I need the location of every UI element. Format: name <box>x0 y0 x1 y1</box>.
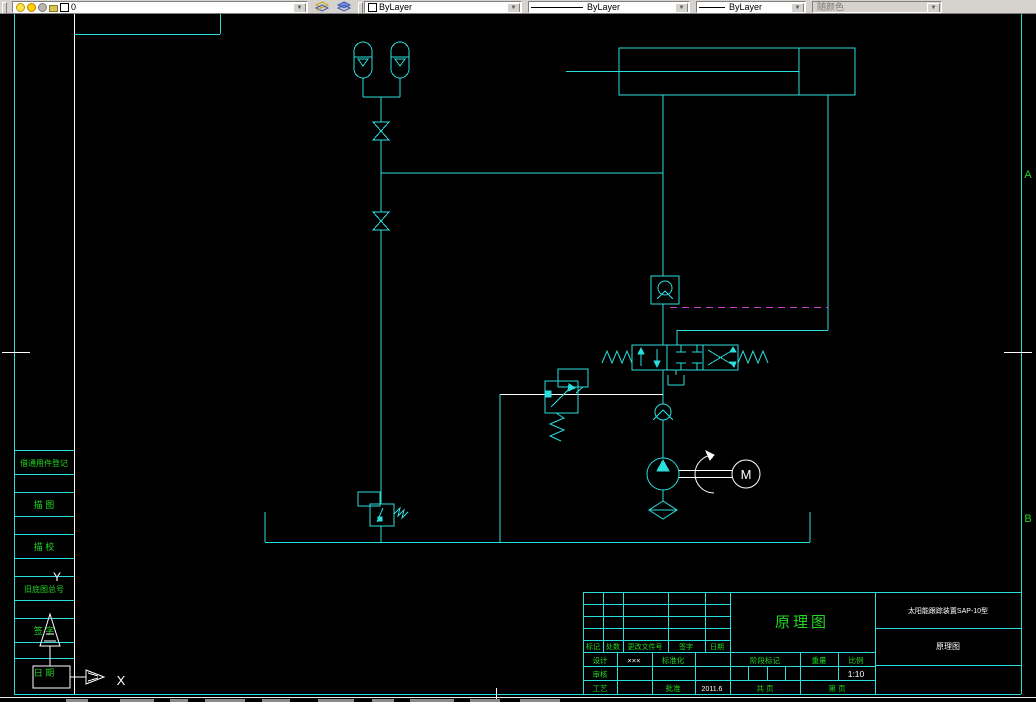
color-value: ByLayer <box>379 2 413 12</box>
layer-color-swatch <box>60 2 69 12</box>
left-table-row-label: 描 校 <box>34 541 55 552</box>
layer-previous-button[interactable] <box>334 0 354 13</box>
tb-design: 设计 <box>593 655 608 665</box>
left-table-row-label: 描 图 <box>34 499 55 510</box>
toolbar: 0 ▼ ByLayer ▼ ByLayer ▼ ByLayer ▼ 随颜色 ▼ <box>0 0 1036 14</box>
tb-rev-mark: 标记 <box>586 642 600 651</box>
relief-valve-main <box>499 368 663 542</box>
tb-scale-label: 比例 <box>849 655 864 665</box>
tb-std: 标准化 <box>662 655 685 665</box>
left-table-row-label: 签 字 <box>34 625 55 636</box>
relief-valve-tank <box>357 491 409 527</box>
lineweight-combo[interactable]: ByLayer ▼ <box>696 1 806 13</box>
layers-arrow-icon <box>314 0 330 12</box>
accumulator-right <box>390 41 410 79</box>
shutoff-valve-2 <box>371 211 391 231</box>
tb-craft: 工艺 <box>593 684 608 693</box>
tb-approve: 批准 <box>666 683 681 693</box>
directional-valve <box>601 344 769 404</box>
tb-design-name: ××× <box>627 656 640 665</box>
plotstyle-value: 随颜色 <box>817 2 845 12</box>
layer-vp-freeze-icon[interactable] <box>38 2 47 12</box>
tb-rev-count: 处数 <box>606 642 620 651</box>
zone-marker-b: B <box>1024 513 1031 525</box>
hydraulic-pump <box>646 457 680 501</box>
layer-lock-icon[interactable] <box>49 4 58 12</box>
linetype-value: ByLayer <box>587 2 621 12</box>
pilot-check-valve <box>650 275 680 345</box>
hydraulic-cylinder <box>566 47 856 345</box>
ucs-x-label: X <box>117 673 126 688</box>
left-table-row-label: 借通用件登记 <box>20 458 68 468</box>
accumulator-piping <box>362 78 663 542</box>
layer-on-icon[interactable] <box>16 2 25 12</box>
layer-name: 0 <box>71 2 77 12</box>
accumulator-left <box>353 41 373 79</box>
ucs-y-label: Y <box>53 570 61 584</box>
current-color-swatch <box>368 2 377 12</box>
color-combo[interactable]: ByLayer ▼ <box>364 1 522 13</box>
left-table-row-label: 旧底图总号 <box>24 584 64 594</box>
command-line-sliver <box>0 697 1036 702</box>
shutoff-valve-1 <box>371 121 391 141</box>
layer-combo[interactable]: 0 ▼ <box>12 1 308 13</box>
lineweight-sample <box>699 6 725 8</box>
layers-stack-icon <box>336 0 352 12</box>
linetype-combo[interactable]: ByLayer ▼ <box>528 1 690 13</box>
toolbar-grip[interactable] <box>358 2 363 14</box>
tb-total-pages: 共 页 <box>756 684 774 693</box>
zone-marker-a: A <box>1024 169 1032 181</box>
tb-weight: 重量 <box>812 656 827 665</box>
tb-rev-sign: 签字 <box>679 642 693 651</box>
tb-scale-value: 1:10 <box>848 669 865 679</box>
layer-combo-arrow-icon[interactable]: ▼ <box>293 3 306 12</box>
sheet-frame <box>2 14 1032 699</box>
tb-project-name: 太阳能跟踪装置SAP-10型 <box>908 606 988 615</box>
motor-label: M <box>741 467 752 482</box>
color-combo-arrow-icon[interactable]: ▼ <box>507 3 520 12</box>
tb-drawing-name: 原理图 <box>936 642 960 651</box>
tb-check: 审核 <box>593 669 608 679</box>
tank-line <box>264 512 811 543</box>
suction-filter <box>648 500 678 520</box>
plotstyle-combo: 随颜色 ▼ <box>812 1 942 13</box>
linetype-sample <box>531 6 583 8</box>
toolbar-grip[interactable] <box>2 2 7 14</box>
lineweight-value: ByLayer <box>729 2 763 12</box>
layer-freeze-icon[interactable] <box>27 2 36 12</box>
left-table-row-label: 日 期 <box>34 668 55 678</box>
lineweight-combo-arrow-icon[interactable]: ▼ <box>791 3 804 12</box>
drawing-title: 原理图 <box>775 614 829 631</box>
tb-stage: 阶段标记 <box>750 655 780 665</box>
make-layer-current-button[interactable] <box>312 0 332 13</box>
tb-page-number: 第 页 <box>828 683 846 693</box>
autocad-window: { "toolbar": { "layer_name": "0", "color… <box>0 0 1036 702</box>
tb-rev-date: 日期 <box>710 643 724 651</box>
check-valve <box>652 403 674 458</box>
plotstyle-combo-arrow-icon: ▼ <box>927 3 940 12</box>
tb-date: 2011.6 <box>702 686 723 693</box>
linetype-combo-arrow-icon[interactable]: ▼ <box>675 3 688 12</box>
tb-rev-doc: 更改文件号 <box>628 642 663 651</box>
drawing-canvas[interactable]: A B M Y X 借通用件登记 描 图 描 校 旧底图总号 签 字 日 期 标… <box>0 14 1036 702</box>
